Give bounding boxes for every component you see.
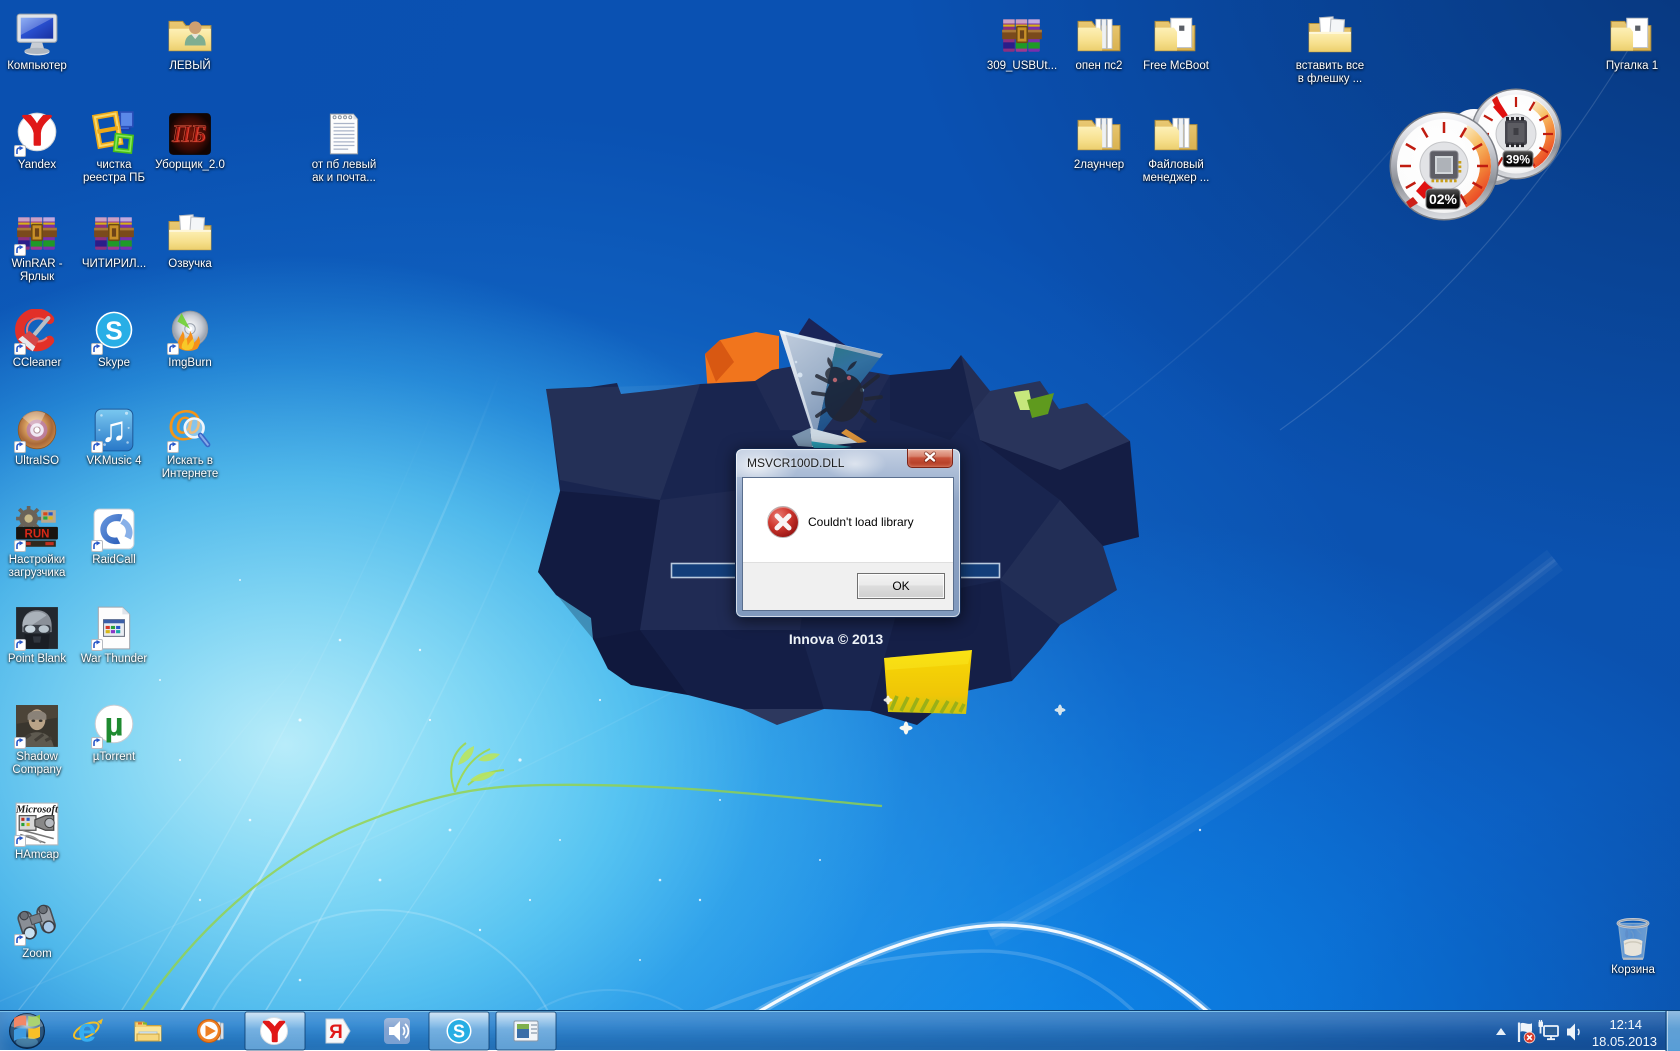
svg-text:39%: 39%: [1506, 153, 1530, 167]
svg-text:02%: 02%: [1429, 191, 1458, 207]
svg-text:18.05.2013: 18.05.2013: [1592, 1034, 1657, 1049]
svg-text:12:14: 12:14: [1609, 1017, 1642, 1032]
svg-text:S: S: [453, 1022, 465, 1042]
svg-text:Я: Я: [329, 1022, 343, 1043]
svg-text:Innova © 2013: Innova © 2013: [789, 631, 884, 647]
svg-text:e: e: [78, 1012, 96, 1049]
